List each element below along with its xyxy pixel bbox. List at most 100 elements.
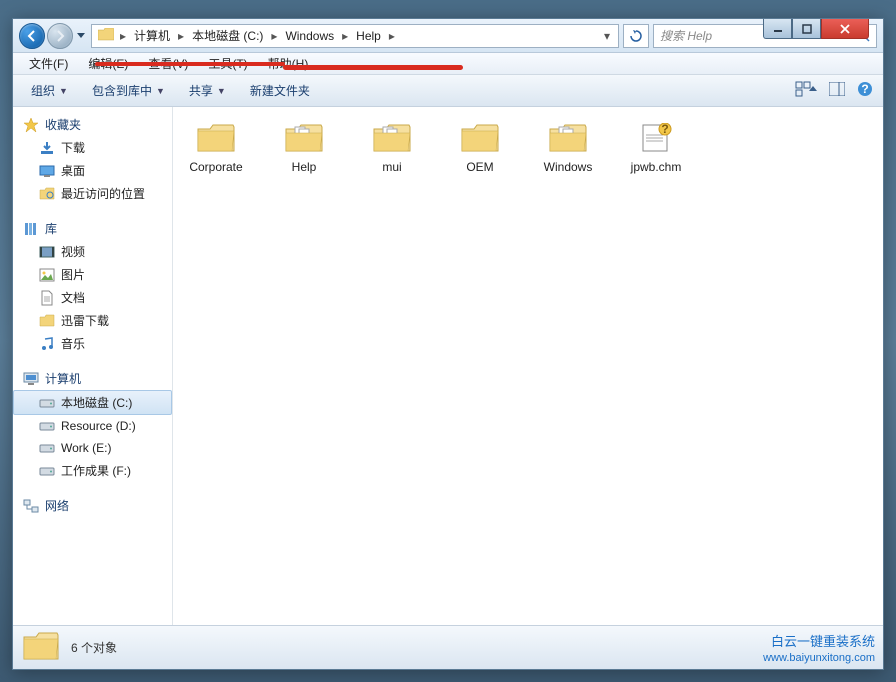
favorites-header[interactable]: 收藏夹	[13, 113, 172, 136]
sidebar-item-drive-d[interactable]: Resource (D:)	[13, 415, 172, 437]
favorites-group: 收藏夹 下载 桌面 最近访问的位置	[13, 113, 172, 205]
breadcrumb-drive-c[interactable]: 本地磁盘 (C:)	[186, 25, 269, 46]
file-label: jpwb.chm	[631, 160, 682, 174]
breadcrumb-windows[interactable]: Windows	[279, 27, 340, 45]
folder-large-icon	[23, 631, 59, 664]
desktop-icon	[39, 163, 55, 179]
drive-icon	[39, 395, 55, 411]
back-arrow-icon	[25, 29, 39, 43]
music-icon	[39, 336, 55, 352]
refresh-button[interactable]	[623, 24, 649, 48]
address-row: ▸ 计算机 ▸ 本地磁盘 (C:) ▸ Windows ▸ Help ▸ ▾ 搜…	[13, 19, 883, 53]
maximize-icon	[802, 24, 812, 34]
chevron-down-icon: ▼	[156, 86, 165, 96]
computer-icon	[23, 371, 39, 387]
include-in-library-button[interactable]: 包含到库中▼	[82, 78, 175, 103]
folder-icon	[285, 123, 323, 156]
library-icon	[23, 221, 39, 237]
sidebar-item-drive-c[interactable]: 本地磁盘 (C:)	[13, 390, 172, 415]
breadcrumb-separator[interactable]: ▸	[118, 29, 128, 43]
sidebar-item-drive-e[interactable]: Work (E:)	[13, 437, 172, 459]
new-folder-button[interactable]: 新建文件夹	[240, 78, 320, 103]
breadcrumb-help[interactable]: Help	[350, 27, 387, 45]
forward-arrow-icon	[53, 29, 67, 43]
navigation-pane[interactable]: 收藏夹 下载 桌面 最近访问的位置 库 视频 图片 文档 迅雷下载 音乐	[13, 107, 173, 625]
preview-pane-button[interactable]	[827, 80, 847, 101]
picture-icon	[39, 267, 55, 283]
close-icon	[839, 24, 851, 34]
network-group: 网络	[13, 494, 172, 517]
network-header[interactable]: 网络	[13, 494, 172, 517]
nav-history-dropdown[interactable]	[75, 23, 87, 49]
organize-button[interactable]: 组织▼	[21, 78, 78, 103]
annotation-red-underline	[95, 62, 285, 66]
breadcrumb-separator[interactable]: ▸	[387, 29, 397, 43]
annotation-red-underline	[283, 65, 463, 70]
drive-icon	[39, 463, 55, 479]
chm-file-icon: ?	[637, 123, 675, 156]
minimize-icon	[773, 24, 783, 34]
help-button[interactable]: ?	[855, 79, 875, 102]
libraries-header[interactable]: 库	[13, 217, 172, 240]
close-button[interactable]	[821, 19, 869, 39]
breadcrumb-separator[interactable]: ▸	[340, 29, 350, 43]
sidebar-item-music[interactable]: 音乐	[13, 332, 172, 355]
sidebar-item-drive-f[interactable]: 工作成果 (F:)	[13, 459, 172, 482]
forward-button[interactable]	[47, 23, 73, 49]
back-button[interactable]	[19, 23, 45, 49]
network-icon	[23, 498, 39, 514]
file-item-corporate[interactable]: Corporate	[181, 119, 251, 199]
svg-text:?: ?	[661, 123, 668, 136]
menu-file[interactable]: 文件(F)	[19, 53, 78, 74]
minimize-button[interactable]	[763, 19, 792, 39]
address-dropdown[interactable]: ▾	[598, 27, 616, 45]
window-controls	[763, 19, 869, 39]
folder-icon	[98, 28, 114, 44]
view-options-button[interactable]	[793, 79, 819, 102]
share-button[interactable]: 共享▼	[179, 78, 236, 103]
status-item-count: 6 个对象	[71, 639, 117, 656]
file-label: Corporate	[189, 160, 242, 174]
sidebar-item-downloads[interactable]: 下载	[13, 136, 172, 159]
maximize-button[interactable]	[792, 19, 821, 39]
folder-icon	[373, 123, 411, 156]
address-bar[interactable]: ▸ 计算机 ▸ 本地磁盘 (C:) ▸ Windows ▸ Help ▸ ▾	[91, 24, 619, 48]
preview-pane-icon	[829, 82, 845, 96]
main-area: 收藏夹 下载 桌面 最近访问的位置 库 视频 图片 文档 迅雷下载 音乐	[13, 107, 883, 625]
recent-icon	[39, 186, 55, 202]
nav-buttons	[19, 23, 87, 49]
chevron-down-icon: ▼	[59, 86, 68, 96]
file-label: Windows	[544, 160, 593, 174]
drive-icon	[39, 440, 55, 456]
file-item-oem[interactable]: OEM	[445, 119, 515, 199]
breadcrumb-computer[interactable]: 计算机	[128, 25, 176, 46]
folder-icon	[549, 123, 587, 156]
chevron-down-icon	[77, 33, 85, 39]
sidebar-item-documents[interactable]: 文档	[13, 286, 172, 309]
sidebar-item-pictures[interactable]: 图片	[13, 263, 172, 286]
computer-header[interactable]: 计算机	[13, 367, 172, 390]
details-pane: 6 个对象 白云一键重装系统 www.baiyunxitong.com	[13, 625, 883, 669]
drive-icon	[39, 418, 55, 434]
breadcrumb-separator[interactable]: ▸	[176, 29, 186, 43]
video-icon	[39, 244, 55, 260]
file-list[interactable]: Corporate Help mui OEM Windows? jpwb.chm	[173, 107, 883, 625]
star-icon	[23, 117, 39, 133]
watermark: 白云一键重装系统 www.baiyunxitong.com	[763, 634, 875, 665]
folder-icon	[197, 123, 235, 156]
sidebar-item-desktop[interactable]: 桌面	[13, 159, 172, 182]
folder-icon	[461, 123, 499, 156]
file-item-help[interactable]: Help	[269, 119, 339, 199]
file-label: Help	[292, 160, 317, 174]
svg-text:?: ?	[861, 82, 868, 96]
breadcrumb-separator[interactable]: ▸	[269, 29, 279, 43]
sidebar-item-thunder[interactable]: 迅雷下载	[13, 309, 172, 332]
sidebar-item-recent[interactable]: 最近访问的位置	[13, 182, 172, 205]
file-item-mui[interactable]: mui	[357, 119, 427, 199]
search-placeholder: 搜索 Help	[660, 27, 712, 44]
view-icon	[795, 81, 817, 97]
file-item-jpwb-chm[interactable]: ? jpwb.chm	[621, 119, 691, 199]
file-item-windows[interactable]: Windows	[533, 119, 603, 199]
help-icon: ?	[857, 81, 873, 97]
sidebar-item-videos[interactable]: 视频	[13, 240, 172, 263]
